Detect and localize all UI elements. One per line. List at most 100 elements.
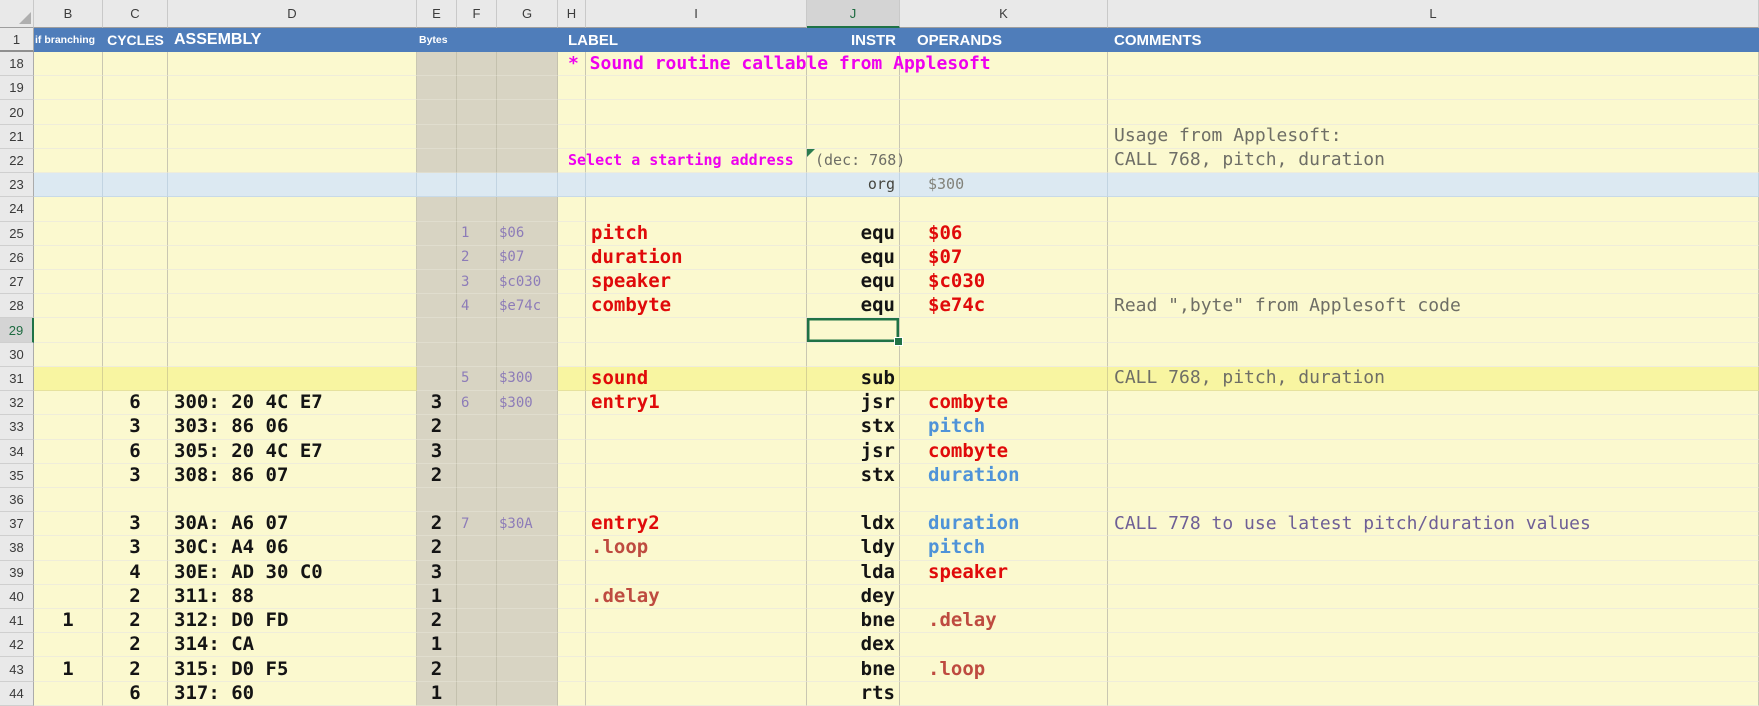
row-header-26[interactable]: 26: [0, 246, 34, 270]
cell-F24[interactable]: [457, 197, 497, 221]
cell-B42[interactable]: [34, 633, 103, 657]
cell-K27[interactable]: $c030: [900, 270, 1108, 294]
cell-D34[interactable]: 305: 20 4C E7: [168, 440, 417, 464]
cell-C22[interactable]: [103, 149, 168, 173]
cell-L37[interactable]: CALL 778 to use latest pitch/duration va…: [1108, 512, 1759, 536]
cell-H29[interactable]: [558, 318, 586, 342]
cell-F21[interactable]: [457, 125, 497, 149]
cell-D41[interactable]: 312: D0 FD: [168, 609, 417, 633]
cell-L28[interactable]: Read ",byte" from Applesoft code: [1108, 294, 1759, 318]
cell-G39[interactable]: [497, 561, 558, 585]
cell-K41[interactable]: .delay: [900, 609, 1108, 633]
cell-E28[interactable]: [417, 294, 457, 318]
cell-H42[interactable]: [558, 633, 586, 657]
cell-J34[interactable]: jsr: [807, 440, 900, 464]
cell-B34[interactable]: [34, 440, 103, 464]
cell-J29[interactable]: [807, 318, 900, 342]
cell-I34[interactable]: [586, 440, 807, 464]
cell-K23[interactable]: $300: [900, 173, 1108, 197]
cell-H30[interactable]: [558, 343, 586, 367]
cell-K39[interactable]: speaker: [900, 561, 1108, 585]
cell-H41[interactable]: [558, 609, 586, 633]
cell-L43[interactable]: [1108, 657, 1759, 681]
cell-B28[interactable]: [34, 294, 103, 318]
cell-E29[interactable]: [417, 318, 457, 342]
cell-C30[interactable]: [103, 343, 168, 367]
cell-C20[interactable]: [103, 100, 168, 124]
cell-F23[interactable]: [457, 173, 497, 197]
cell-K26[interactable]: $07: [900, 246, 1108, 270]
cell-E23[interactable]: [417, 173, 457, 197]
cell-K33[interactable]: pitch: [900, 415, 1108, 439]
cell-B32[interactable]: [34, 391, 103, 415]
cell-G27[interactable]: $c030: [497, 270, 558, 294]
cell-H20[interactable]: [558, 100, 586, 124]
cell-G41[interactable]: [497, 609, 558, 633]
cell-H38[interactable]: [558, 536, 586, 560]
cell-E25[interactable]: [417, 222, 457, 246]
cell-H43[interactable]: [558, 657, 586, 681]
cell-H21[interactable]: [558, 125, 586, 149]
cell-D31[interactable]: [168, 367, 417, 391]
cell-B19[interactable]: [34, 76, 103, 100]
cell-E26[interactable]: [417, 246, 457, 270]
cell-H27[interactable]: [558, 270, 586, 294]
row-header-32[interactable]: 32: [0, 391, 34, 415]
cell-F26[interactable]: 2: [457, 246, 497, 270]
cell-J39[interactable]: lda: [807, 561, 900, 585]
cell-K43[interactable]: .loop: [900, 657, 1108, 681]
cell-G33[interactable]: [497, 415, 558, 439]
cell-H22[interactable]: Select a starting address: [558, 149, 586, 173]
cell-H28[interactable]: [558, 294, 586, 318]
cell-J35[interactable]: stx: [807, 464, 900, 488]
header-bytes[interactable]: Bytes: [417, 28, 457, 52]
cell-H18[interactable]: * Sound routine callable from Applesoft: [558, 52, 586, 76]
cell-C26[interactable]: [103, 246, 168, 270]
cell-I29[interactable]: [586, 318, 807, 342]
cell-D19[interactable]: [168, 76, 417, 100]
cell-J38[interactable]: ldy: [807, 536, 900, 560]
cell-J23[interactable]: org: [807, 173, 900, 197]
cell-L18[interactable]: [1108, 52, 1759, 76]
cell-K21[interactable]: [900, 125, 1108, 149]
cell-G42[interactable]: [497, 633, 558, 657]
cell-B25[interactable]: [34, 222, 103, 246]
cell-D38[interactable]: 30C: A4 06: [168, 536, 417, 560]
cell-I33[interactable]: [586, 415, 807, 439]
cell-L22[interactable]: CALL 768, pitch, duration: [1108, 149, 1759, 173]
cell-J30[interactable]: [807, 343, 900, 367]
cell-I35[interactable]: [586, 464, 807, 488]
row-header-22[interactable]: 22: [0, 149, 34, 173]
cell-I27[interactable]: speaker: [586, 270, 807, 294]
cell-D30[interactable]: [168, 343, 417, 367]
cell-J26[interactable]: equ: [807, 246, 900, 270]
header-if-branching[interactable]: if branching: [34, 28, 103, 52]
row-header-38[interactable]: 38: [0, 536, 34, 560]
cell-J42[interactable]: dex: [807, 633, 900, 657]
cell-G31[interactable]: $300: [497, 367, 558, 391]
row-header-30[interactable]: 30: [0, 343, 34, 367]
cell-L19[interactable]: [1108, 76, 1759, 100]
cell-C32[interactable]: 6: [103, 391, 168, 415]
cell-E22[interactable]: [417, 149, 457, 173]
cell-G40[interactable]: [497, 585, 558, 609]
cell-B23[interactable]: [34, 173, 103, 197]
cell-L35[interactable]: [1108, 464, 1759, 488]
cell-L42[interactable]: [1108, 633, 1759, 657]
cell-B35[interactable]: [34, 464, 103, 488]
cell-C21[interactable]: [103, 125, 168, 149]
cell-C43[interactable]: 2: [103, 657, 168, 681]
cell-B37[interactable]: [34, 512, 103, 536]
cell-E36[interactable]: [417, 488, 457, 512]
cell-D22[interactable]: [168, 149, 417, 173]
cell-C25[interactable]: [103, 222, 168, 246]
cell-B27[interactable]: [34, 270, 103, 294]
cell-L23[interactable]: [1108, 173, 1759, 197]
cell-J33[interactable]: stx: [807, 415, 900, 439]
row-header-20[interactable]: 20: [0, 100, 34, 124]
cell-I31[interactable]: sound: [586, 367, 807, 391]
cell-F18[interactable]: [457, 52, 497, 76]
cell-B38[interactable]: [34, 536, 103, 560]
header-g-empty[interactable]: [497, 28, 558, 52]
cell-J21[interactable]: [807, 125, 900, 149]
